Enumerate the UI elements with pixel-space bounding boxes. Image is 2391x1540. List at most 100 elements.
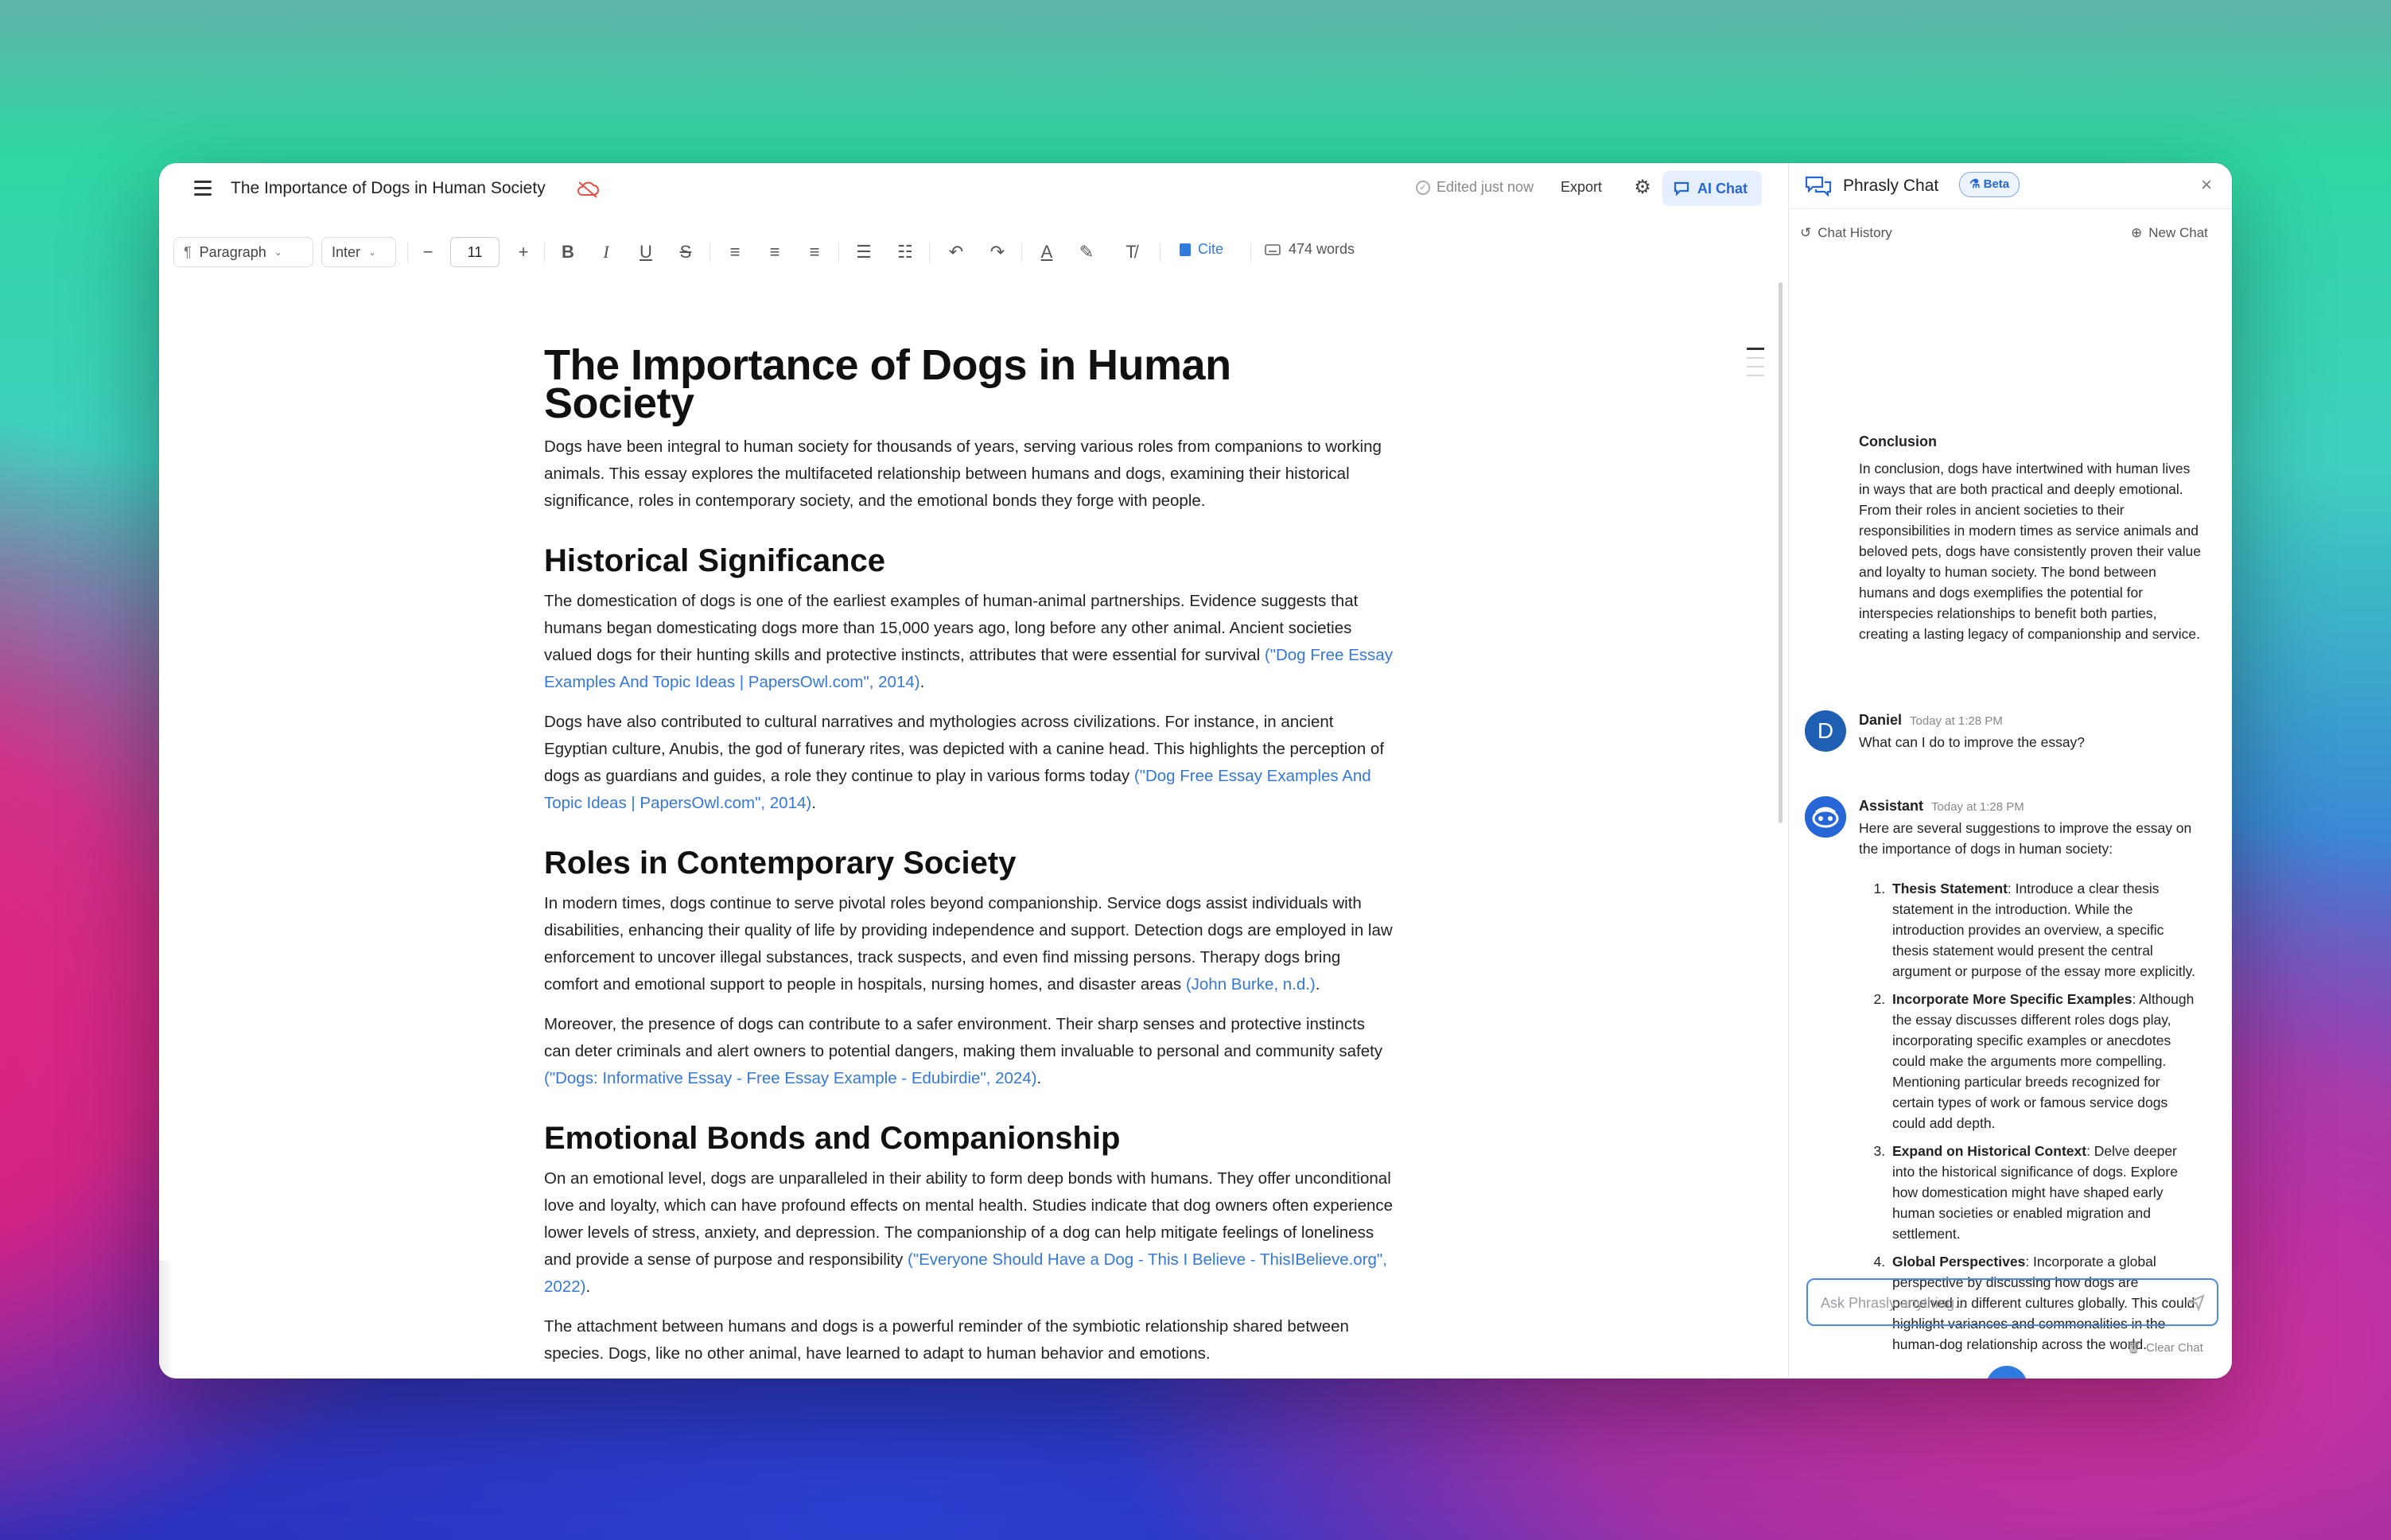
section-heading: Roles in Contemporary Society — [544, 846, 1017, 881]
word-count: 474 words — [1265, 241, 1355, 258]
export-button[interactable]: Export — [1561, 179, 1602, 196]
section-heading: Historical Significance — [544, 543, 886, 578]
chat-history-label: Chat History — [1818, 225, 1892, 240]
font-select[interactable]: Inter ⌄ — [321, 237, 396, 267]
body-paragraph: Moreover, the presence of dogs can contr… — [544, 1011, 1395, 1092]
conclusion-title: Conclusion — [1859, 434, 1937, 449]
paragraph-text: The domestication of dogs is one of the … — [544, 592, 1359, 664]
outline-navigator[interactable] — [1747, 348, 1764, 383]
ai-chat-button[interactable]: AI Chat — [1662, 171, 1762, 206]
suggestion-title: Incorporate More Specific Examples — [1892, 991, 2132, 1007]
paragraph-text: The attachment between humans and dogs i… — [544, 1317, 1349, 1363]
list-item: Incorporate More Specific Examples: Alth… — [1889, 989, 2201, 1134]
cite-label: Cite — [1198, 241, 1224, 257]
chat-input-box[interactable] — [1806, 1278, 2218, 1326]
bullet-list-icon[interactable]: ☰ — [851, 239, 877, 265]
close-icon[interactable]: × — [2201, 174, 2212, 196]
divider — [929, 243, 930, 262]
divider — [1250, 243, 1251, 262]
save-status: ✓ Edited just now — [1416, 179, 1534, 196]
user-message: Daniel Today at 1:28 PM What can I do to … — [1859, 712, 2201, 752]
document-body[interactable]: The Importance of Dogs in Human Society … — [544, 344, 1395, 1379]
plus-circle-icon: ⊕ — [2131, 225, 2143, 240]
chat-subbar: ↺ Chat History ⊕ New Chat — [1789, 209, 2232, 255]
paragraph-end: . — [811, 794, 816, 812]
citation-link[interactable]: (John Burke, n.d.) — [1186, 975, 1316, 994]
body-paragraph: In modern times, dogs continue to serve … — [544, 890, 1395, 998]
suggestion-title: Thesis Statement — [1892, 881, 2008, 896]
send-icon[interactable] — [2187, 1293, 2206, 1312]
message-time: Today at 1:28 PM — [1931, 800, 2024, 814]
align-right-icon[interactable]: ≡ — [802, 239, 827, 265]
flask-icon: ⚗ — [1969, 177, 1984, 191]
avatar: D — [1805, 710, 1846, 752]
font-value: Inter — [332, 243, 361, 260]
suggestion-text: : Although the essay discusses different… — [1892, 991, 2195, 1131]
chat-bubble-icon — [1674, 181, 1689, 196]
body-paragraph: The attachment between humans and dogs i… — [544, 1313, 1395, 1367]
body-paragraph: On an emotional level, dogs are unparall… — [544, 1165, 1395, 1301]
redo-icon[interactable]: ↷ — [985, 239, 1010, 265]
decrease-size-button[interactable]: − — [415, 239, 441, 265]
window-edge-shadow — [159, 1261, 173, 1379]
divider — [838, 243, 839, 262]
pilcrow-icon: ¶ — [184, 243, 192, 260]
chat-messages[interactable]: Conclusion In conclusion, dogs have inte… — [1789, 255, 2232, 1379]
clear-chat-label: Clear Chat — [2146, 1340, 2203, 1355]
paragraph-end: . — [919, 673, 925, 691]
chat-header: Phrasly Chat ⚗ Beta × — [1789, 163, 2232, 209]
assistant-avatar-icon — [1805, 796, 1846, 838]
editor-pane: The Importance of Dogs in Human Society … — [159, 163, 1788, 1379]
beta-label: Beta — [1983, 177, 2010, 191]
editor-scrollbar[interactable] — [1779, 282, 1783, 823]
strikethrough-icon[interactable]: S — [673, 239, 698, 265]
font-size-input[interactable]: 11 — [450, 237, 500, 267]
trash-icon: 🗑 — [2126, 1341, 2142, 1355]
bold-icon[interactable]: B — [555, 239, 581, 265]
paragraph-end: . — [1036, 1069, 1042, 1087]
history-icon: ↺ — [1800, 225, 1812, 240]
section-heading: Emotional Bonds and Companionship — [544, 1121, 1121, 1156]
word-count-text: 474 words — [1289, 241, 1355, 257]
body-paragraph: Dogs have also contributed to cultural n… — [544, 709, 1395, 817]
align-center-icon[interactable]: ≡ — [762, 239, 787, 265]
align-left-icon[interactable]: ≡ — [722, 239, 748, 265]
clear-format-icon[interactable]: T̸ — [1118, 239, 1144, 265]
hamburger-menu-icon[interactable] — [194, 181, 212, 198]
cite-button[interactable]: Cite — [1179, 241, 1223, 258]
save-status-text: Edited just now — [1437, 179, 1534, 195]
check-circle-icon: ✓ — [1416, 180, 1430, 195]
text-color-icon[interactable]: A — [1034, 239, 1059, 265]
keyboard-icon — [1265, 243, 1281, 255]
gear-icon[interactable]: ⚙ — [1632, 177, 1653, 198]
top-bar: The Importance of Dogs in Human Society … — [159, 163, 1788, 216]
chevron-down-icon: ⌄ — [368, 247, 377, 258]
suggestion-title: Global Perspectives — [1892, 1254, 2026, 1270]
increase-size-button[interactable]: + — [511, 239, 536, 265]
highlighter-icon[interactable]: ✎ — [1074, 239, 1099, 265]
chat-bubbles-icon — [1805, 176, 1832, 196]
assistant-message: Assistant Today at 1:28 PM Here are sever… — [1859, 798, 2201, 1362]
clear-chat-button[interactable]: 🗑 Clear Chat — [2126, 1340, 2203, 1355]
paragraph-end: . — [1315, 975, 1320, 994]
document-title[interactable]: The Importance of Dogs in Human Society — [231, 179, 546, 198]
italic-icon[interactable]: I — [593, 239, 619, 265]
sender-name: Assistant — [1859, 798, 1924, 814]
list-item: Thesis Statement: Introduce a clear thes… — [1889, 878, 2201, 982]
chat-history-button[interactable]: ↺ Chat History — [1800, 225, 1892, 241]
divider — [407, 243, 408, 262]
undo-icon[interactable]: ↶ — [943, 239, 969, 265]
numbered-list-icon[interactable]: ☷ — [892, 239, 918, 265]
chat-input[interactable] — [1819, 1280, 2172, 1326]
paragraph-style-select[interactable]: ¶ Paragraph ⌄ — [173, 237, 313, 267]
conclusion-text: In conclusion, dogs have intertwined wit… — [1859, 461, 2201, 642]
underline-icon[interactable]: U — [633, 239, 659, 265]
intro-paragraph: Dogs have been integral to human society… — [544, 438, 1382, 510]
citation-link[interactable]: ("Dogs: Informative Essay - Free Essay E… — [544, 1069, 1037, 1087]
sender-name: Daniel — [1859, 712, 1903, 728]
app-window: The Importance of Dogs in Human Society … — [159, 163, 2232, 1379]
message-time: Today at 1:28 PM — [1910, 714, 2003, 728]
paragraph-style-value: Paragraph — [199, 243, 266, 260]
new-chat-button[interactable]: ⊕ New Chat — [2131, 225, 2208, 241]
message-text: What can I do to improve the essay? — [1859, 734, 2086, 750]
